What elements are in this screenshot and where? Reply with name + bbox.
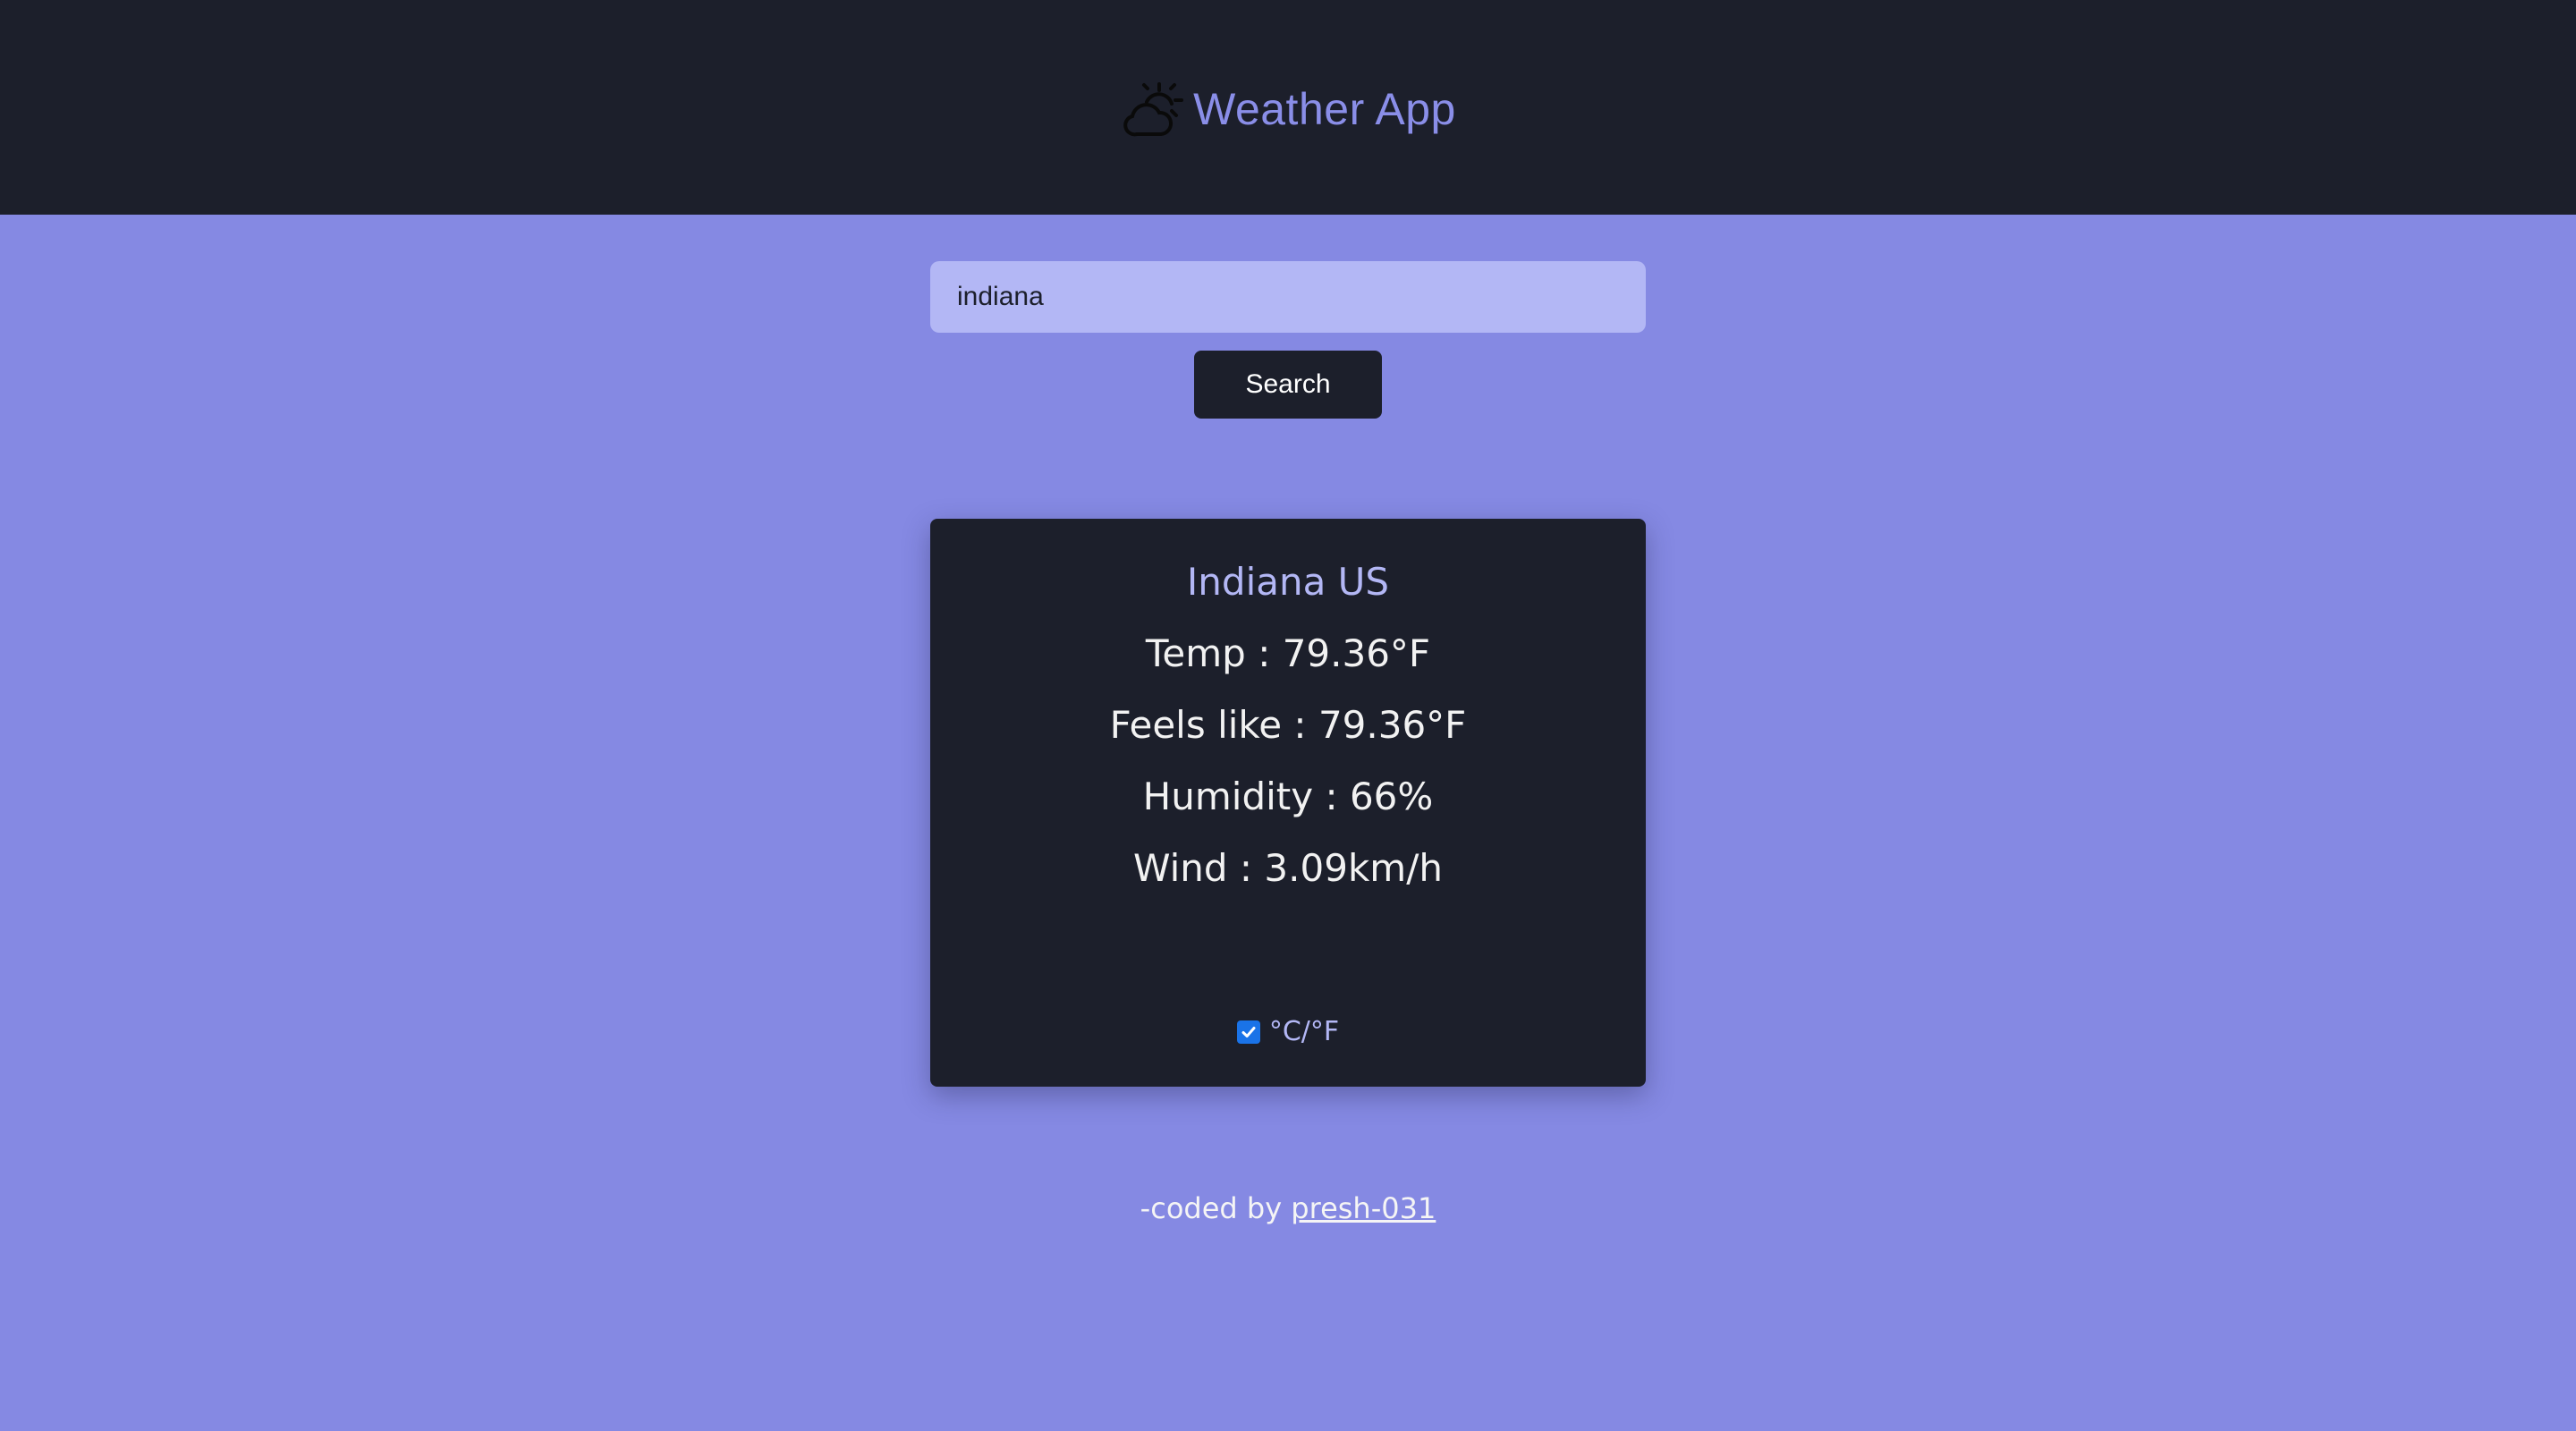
weather-card: Indiana US Temp : 79.36°F Feels like : 7… [930,519,1646,1087]
author-link[interactable]: presh-031 [1291,1191,1436,1225]
temperature: Temp : 79.36°F [1145,631,1431,675]
unit-label: °C/°F [1268,1016,1340,1047]
wind-speed: Wind : 3.09km/h [1133,846,1443,890]
unit-checkbox[interactable] [1236,1020,1260,1044]
unit-toggle[interactable]: °C/°F [930,1016,1646,1047]
brand: Weather App [1120,77,1456,141]
humidity: Humidity : 66% [1142,775,1434,818]
checkmark-icon [1241,1026,1256,1037]
city-name: Indiana US [1186,560,1390,604]
feels-like: Feels like : 79.36°F [1109,703,1467,747]
footer-prefix: -coded by [1140,1191,1292,1225]
search-input[interactable] [930,261,1646,333]
footer: -coded by presh-031 [0,1191,2576,1225]
search-button[interactable]: Search [1194,351,1382,419]
app-header: Weather App [0,0,2576,215]
cloud-sun-icon [1123,82,1184,137]
app-title: Weather App [1193,84,1456,134]
